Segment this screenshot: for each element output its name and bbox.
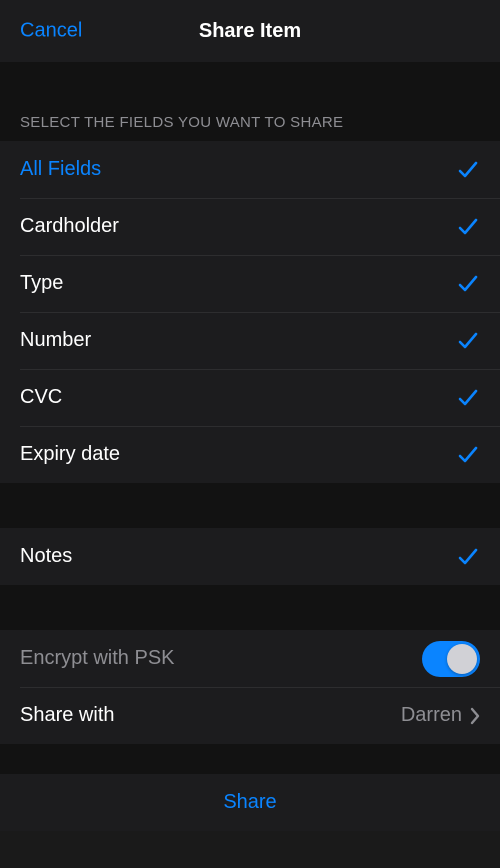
notes-list: Notes [0, 528, 500, 585]
row-label: CVC [20, 386, 62, 409]
spacer [0, 483, 500, 528]
row-cardholder[interactable]: Cardholder [0, 198, 500, 255]
spacer [0, 62, 500, 96]
encrypt-toggle[interactable] [422, 641, 480, 677]
fields-list: All Fields Cardholder Type Number CVC [0, 141, 500, 483]
section-header-fields: SELECT THE FIELDS YOU WANT TO SHARE [0, 96, 500, 141]
check-icon [456, 545, 480, 569]
check-icon [456, 272, 480, 296]
share-item-sheet: Cancel Share Item SELECT THE FIELDS YOU … [0, 0, 500, 868]
check-icon [456, 158, 480, 182]
row-encrypt-psk: Encrypt with PSK [0, 630, 500, 687]
share-button-row[interactable]: Share [0, 774, 500, 831]
check-icon [456, 443, 480, 467]
row-label: Encrypt with PSK [20, 647, 175, 670]
cancel-button[interactable]: Cancel [20, 20, 82, 43]
options-list: Encrypt with PSK Share with Darren [0, 630, 500, 744]
spacer [0, 585, 500, 630]
row-label: Cardholder [20, 215, 119, 238]
share-with-value: Darren [401, 704, 462, 727]
row-label: Expiry date [20, 443, 120, 466]
row-label: Type [20, 272, 63, 295]
check-icon [456, 215, 480, 239]
row-label: All Fields [20, 158, 101, 181]
row-share-with[interactable]: Share with Darren [0, 687, 500, 744]
spacer [0, 744, 500, 774]
navbar: Cancel Share Item [0, 0, 500, 62]
row-all-fields[interactable]: All Fields [0, 141, 500, 198]
chevron-right-icon [470, 707, 480, 725]
row-label: Share with [20, 704, 115, 727]
share-button[interactable]: Share [0, 774, 500, 831]
row-label: Number [20, 329, 91, 352]
row-number[interactable]: Number [0, 312, 500, 369]
row-type[interactable]: Type [0, 255, 500, 312]
row-expiry-date[interactable]: Expiry date [0, 426, 500, 483]
check-icon [456, 386, 480, 410]
page-title: Share Item [199, 20, 301, 43]
row-value-wrap: Darren [401, 704, 480, 727]
toggle-knob [447, 644, 477, 674]
row-cvc[interactable]: CVC [0, 369, 500, 426]
check-icon [456, 329, 480, 353]
row-label: Notes [20, 545, 72, 568]
row-notes[interactable]: Notes [0, 528, 500, 585]
